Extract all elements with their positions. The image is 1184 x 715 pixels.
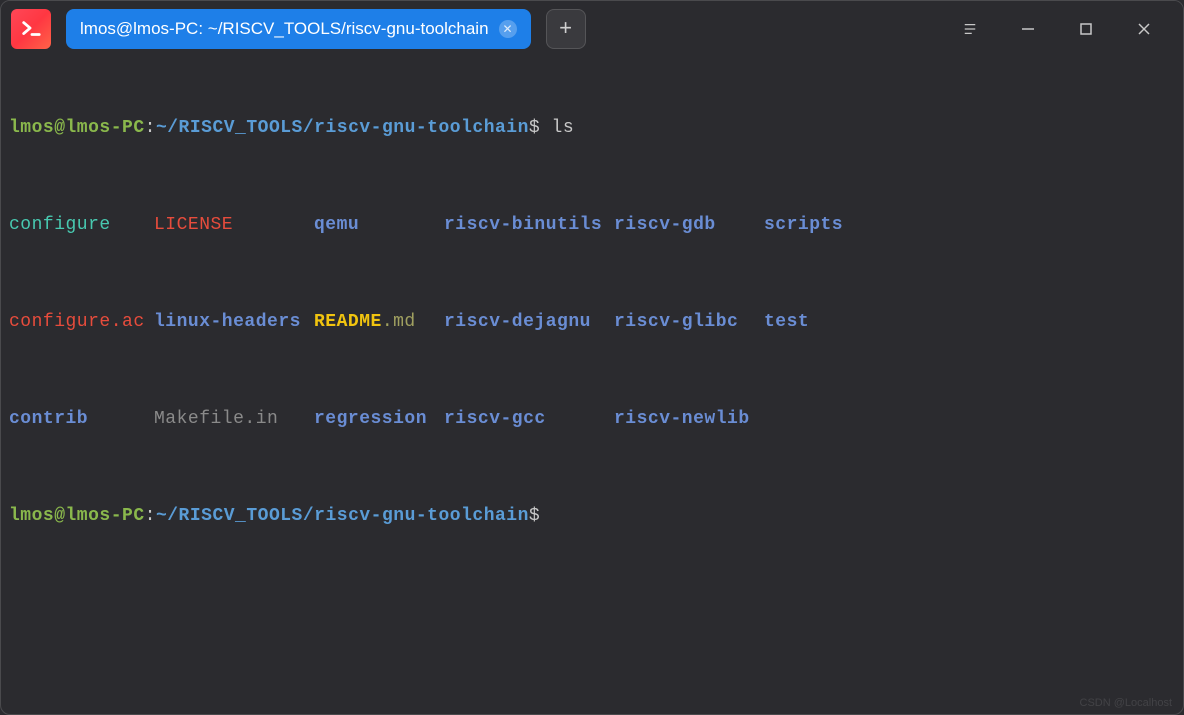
tab-title: lmos@lmos-PC: ~/RISCV_TOOLS/riscv-gnu-to… [80, 19, 489, 39]
terminal-body[interactable]: lmos@lmos-PC:~/RISCV_TOOLS/riscv-gnu-too… [1, 57, 1183, 587]
title-bar: lmos@lmos-PC: ~/RISCV_TOOLS/riscv-gnu-to… [1, 1, 1183, 57]
command-text: ls [552, 118, 575, 138]
terminal-window: lmos@lmos-PC: ~/RISCV_TOOLS/riscv-gnu-to… [0, 0, 1184, 715]
readme-ext: .md [382, 312, 416, 332]
ls-item: configure.ac [9, 310, 154, 334]
ls-item: riscv-gdb [614, 213, 764, 237]
ls-row-2: configure.ac linux-headers README.md ris… [9, 310, 1175, 334]
prompt-path: ~/RISCV_TOOLS/riscv-gnu-toolchain [156, 506, 529, 526]
ls-item: qemu [314, 213, 444, 237]
terminal-app-icon[interactable] [11, 9, 51, 49]
ls-item: linux-headers [154, 310, 314, 334]
watermark: CSDN @Localhost [1080, 697, 1172, 709]
ls-item: riscv-dejagnu [444, 310, 614, 334]
ls-item: riscv-glibc [614, 310, 764, 334]
tab-active[interactable]: lmos@lmos-PC: ~/RISCV_TOOLS/riscv-gnu-to… [66, 9, 531, 49]
prompt-colon: : [145, 506, 156, 526]
ls-item: riscv-gcc [444, 407, 614, 431]
ls-row-1: configure LICENSE qemu riscv-binutils ri… [9, 213, 1175, 237]
prompt-dollar: $ [529, 506, 540, 526]
ls-item: configure [9, 213, 154, 237]
hamburger-menu-icon[interactable] [941, 1, 999, 57]
ls-item: riscv-binutils [444, 213, 614, 237]
prompt-path: ~/RISCV_TOOLS/riscv-gnu-toolchain [156, 118, 529, 138]
maximize-button[interactable] [1057, 1, 1115, 57]
ls-item: test [764, 310, 809, 334]
window-controls [941, 1, 1173, 57]
ls-item: regression [314, 407, 444, 431]
minimize-button[interactable] [999, 1, 1057, 57]
new-tab-button[interactable]: + [546, 9, 586, 49]
ls-item: scripts [764, 213, 843, 237]
prompt-user: lmos@lmos-PC [9, 118, 145, 138]
ls-item: riscv-newlib [614, 407, 764, 431]
ls-item: contrib [9, 407, 154, 431]
prompt-user: lmos@lmos-PC [9, 506, 145, 526]
prompt-dollar: $ [529, 118, 540, 138]
prompt-colon: : [145, 118, 156, 138]
tab-close-icon[interactable]: ✕ [499, 20, 517, 38]
ls-item: README.md [314, 310, 444, 334]
ls-item: LICENSE [154, 213, 314, 237]
ls-item: Makefile.in [154, 407, 314, 431]
ls-row-3: contrib Makefile.in regression riscv-gcc… [9, 407, 1175, 431]
readme-name: README [314, 312, 382, 332]
prompt-line-2: lmos@lmos-PC:~/RISCV_TOOLS/riscv-gnu-too… [9, 504, 1175, 528]
prompt-line-1: lmos@lmos-PC:~/RISCV_TOOLS/riscv-gnu-too… [9, 116, 1175, 140]
close-button[interactable] [1115, 1, 1173, 57]
